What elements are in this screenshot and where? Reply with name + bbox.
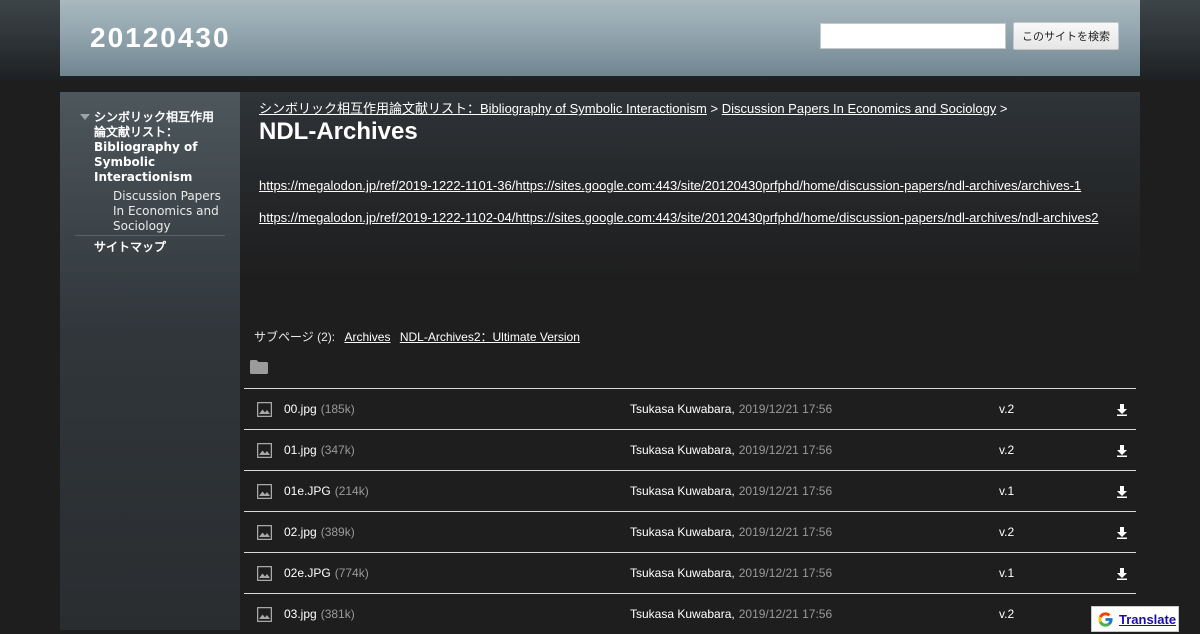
file-size: (347k) xyxy=(320,443,355,457)
breadcrumb-separator: > xyxy=(996,101,1008,116)
file-version[interactable]: v.1 xyxy=(999,566,1014,580)
breadcrumb-link-discussion-papers[interactable]: Discussion Papers In Economics and Socio… xyxy=(722,101,997,116)
file-name[interactable]: 02e.JPG (774k) xyxy=(284,566,369,580)
image-icon xyxy=(256,565,273,586)
sidebar: シンボリック相互作用論文献リスト：Bibliography of Symboli… xyxy=(60,92,240,630)
image-icon xyxy=(256,401,273,422)
file-name[interactable]: 00.jpg (185k) xyxy=(284,402,355,416)
image-icon xyxy=(256,524,273,545)
search-button[interactable]: このサイトを検索 xyxy=(1013,22,1119,50)
subpages: サブページ (2): Archives NDL-Archives2：Ultima… xyxy=(254,328,580,345)
sidebar-item-bibliography[interactable]: シンボリック相互作用論文献リスト：Bibliography of Symboli… xyxy=(94,110,222,185)
archive-link-1[interactable]: https://megalodon.jp/ref/2019-1222-1101-… xyxy=(259,178,1081,193)
subpage-link-ndl-archives2[interactable]: NDL-Archives2：Ultimate Version xyxy=(400,330,580,344)
subpage-link-archives[interactable]: Archives xyxy=(344,330,390,344)
expand-triangle-icon[interactable] xyxy=(80,114,90,120)
sidebar-divider xyxy=(75,235,225,236)
file-name-text[interactable]: 01e.JPG xyxy=(284,484,331,498)
file-name[interactable]: 01e.JPG (214k) xyxy=(284,484,369,498)
site-title[interactable]: 20120430 xyxy=(90,22,231,54)
file-date: 2019/12/21 17:56 xyxy=(738,484,833,498)
file-date: 2019/12/21 17:56 xyxy=(738,443,833,457)
file-name[interactable]: 03.jpg (381k) xyxy=(284,607,355,621)
file-date: 2019/12/21 17:56 xyxy=(738,607,833,621)
download-arrow-icon[interactable] xyxy=(1116,526,1128,544)
table-row: 03.jpg (381k) Tsukasa Kuwabara, 2019/12/21… xyxy=(244,593,1136,634)
download-arrow-icon[interactable] xyxy=(1116,444,1128,462)
file-size: (214k) xyxy=(334,484,369,498)
archive-link-2[interactable]: https://megalodon.jp/ref/2019-1222-1102-… xyxy=(259,210,1099,225)
file-author: Tsukasa Kuwabara, 2019/12/21 17:56 xyxy=(630,566,832,580)
download-arrow-icon[interactable] xyxy=(1116,403,1128,421)
image-icon xyxy=(256,606,273,627)
file-author: Tsukasa Kuwabara, 2019/12/21 17:56 xyxy=(630,402,832,416)
table-row: 01e.JPG (214k) Tsukasa Kuwabara, 2019/12/2… xyxy=(244,470,1136,511)
sidebar-item-discussion-papers[interactable]: Discussion Papers In Economics and Socio… xyxy=(113,189,223,234)
file-name[interactable]: 01.jpg (347k) xyxy=(284,443,355,457)
file-size: (389k) xyxy=(320,525,355,539)
breadcrumb: シンボリック相互作用論文献リスト：Bibliography of Symboli… xyxy=(259,98,1008,117)
file-name[interactable]: 02.jpg (389k) xyxy=(284,525,355,539)
file-date: 2019/12/21 17:56 xyxy=(738,402,833,416)
table-row: 02.jpg (389k) Tsukasa Kuwabara, 2019/12/21… xyxy=(244,511,1136,552)
file-size: (185k) xyxy=(320,402,355,416)
sidebar-item-sitemap[interactable]: サイトマップ xyxy=(94,238,166,255)
site-header: 20120430 このサイトを検索 xyxy=(60,0,1140,76)
attachments-table: 00.jpg (185k) Tsukasa Kuwabara, 2019/12/21… xyxy=(244,388,1136,634)
file-author: Tsukasa Kuwabara, 2019/12/21 17:56 xyxy=(630,607,832,621)
image-icon xyxy=(256,483,273,504)
file-name-text[interactable]: 03.jpg xyxy=(284,607,317,621)
download-arrow-icon[interactable] xyxy=(1116,567,1128,585)
author-name: Tsukasa Kuwabara, xyxy=(630,402,735,416)
file-version[interactable]: v.2 xyxy=(999,525,1014,539)
file-name-text[interactable]: 02e.JPG xyxy=(284,566,331,580)
file-author: Tsukasa Kuwabara, 2019/12/21 17:56 xyxy=(630,525,832,539)
translate-widget[interactable]: Translate xyxy=(1091,606,1179,632)
folder-icon[interactable] xyxy=(250,360,268,379)
file-date: 2019/12/21 17:56 xyxy=(738,525,833,539)
file-version[interactable]: v.2 xyxy=(999,607,1014,621)
file-size: (774k) xyxy=(334,566,369,580)
subpages-label: サブページ (2): xyxy=(254,330,336,344)
breadcrumb-link-bibliography[interactable]: シンボリック相互作用論文献リスト：Bibliography of Symboli… xyxy=(259,101,707,116)
table-row: 02e.JPG (774k) Tsukasa Kuwabara, 2019/12/2… xyxy=(244,552,1136,593)
file-date: 2019/12/21 17:56 xyxy=(738,566,833,580)
image-icon xyxy=(256,442,273,463)
main-content: シンボリック相互作用論文献リスト：Bibliography of Symboli… xyxy=(240,92,1140,630)
file-name-text[interactable]: 00.jpg xyxy=(284,402,317,416)
file-version[interactable]: v.2 xyxy=(999,443,1014,457)
file-version[interactable]: v.2 xyxy=(999,402,1014,416)
file-author: Tsukasa Kuwabara, 2019/12/21 17:56 xyxy=(630,484,832,498)
file-name-text[interactable]: 02.jpg xyxy=(284,525,317,539)
search-input[interactable] xyxy=(820,23,1006,49)
table-row: 00.jpg (185k) Tsukasa Kuwabara, 2019/12/21… xyxy=(244,388,1136,429)
author-name: Tsukasa Kuwabara, xyxy=(630,443,735,457)
author-name: Tsukasa Kuwabara, xyxy=(630,607,735,621)
file-version[interactable]: v.1 xyxy=(999,484,1014,498)
file-size: (381k) xyxy=(320,607,355,621)
table-row: 01.jpg (347k) Tsukasa Kuwabara, 2019/12/21… xyxy=(244,429,1136,470)
file-name-text[interactable]: 01.jpg xyxy=(284,443,317,457)
author-name: Tsukasa Kuwabara, xyxy=(630,566,735,580)
translate-label[interactable]: Translate xyxy=(1119,612,1176,627)
breadcrumb-separator: > xyxy=(706,101,722,116)
page-title: NDL-Archives xyxy=(259,118,418,145)
file-author: Tsukasa Kuwabara, 2019/12/21 17:56 xyxy=(630,443,832,457)
author-name: Tsukasa Kuwabara, xyxy=(630,525,735,539)
download-arrow-icon[interactable] xyxy=(1116,485,1128,503)
author-name: Tsukasa Kuwabara, xyxy=(630,484,735,498)
